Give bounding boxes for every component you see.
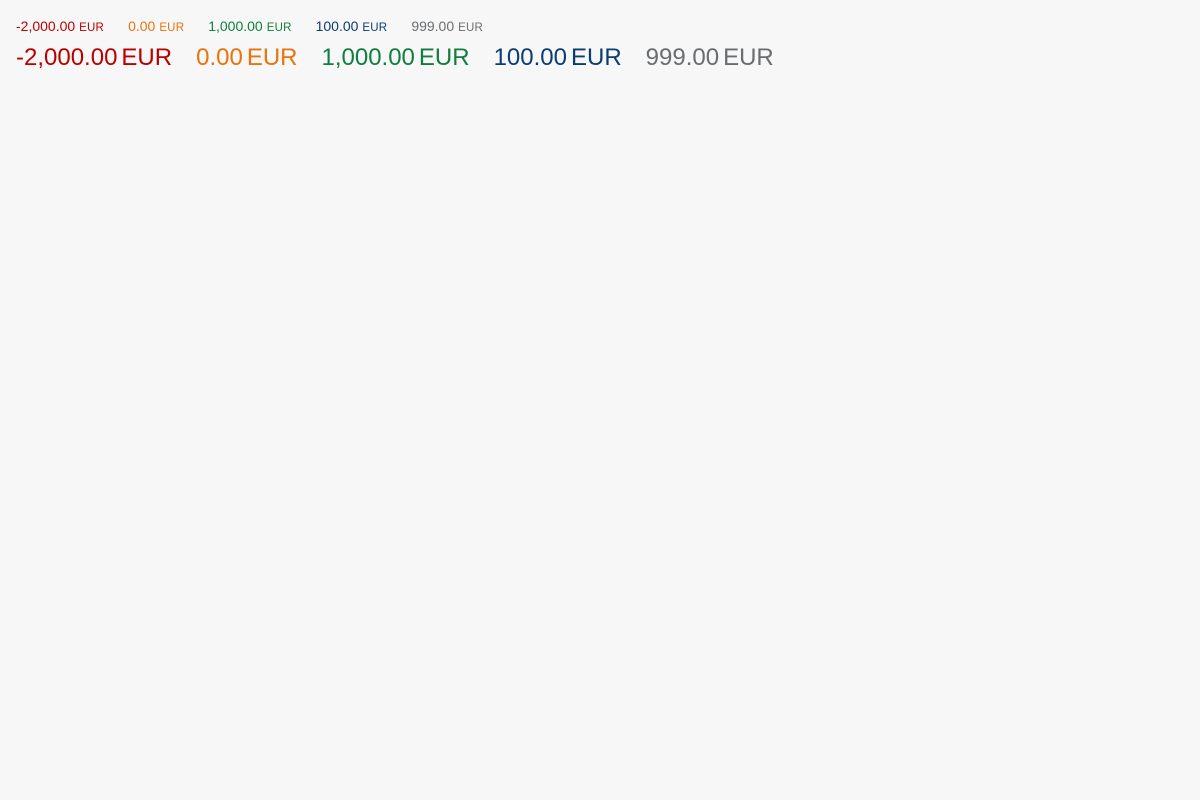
number-unit: EUR	[79, 22, 105, 34]
number-unit: EUR	[458, 22, 484, 34]
number-value: 100.00	[315, 18, 359, 34]
number-unit: EUR	[246, 44, 298, 71]
number-value: 1,000.00	[321, 44, 415, 71]
object-number-neutral-small: 999.00 EUR	[411, 18, 483, 34]
number-unit: EUR	[418, 44, 470, 71]
number-value: 999.00	[645, 44, 720, 71]
number-value: 100.00	[493, 44, 567, 71]
number-unit: EUR	[362, 22, 388, 34]
number-value: 999.00	[411, 18, 455, 34]
object-number-positive-small: 1,000.00 EUR	[208, 18, 291, 34]
number-value: 0.00	[196, 44, 243, 71]
number-value: -2,000.00	[16, 18, 76, 34]
object-number-critical-large: 0.00 EUR	[196, 44, 297, 72]
object-number-information-small: 100.00 EUR	[316, 18, 388, 34]
number-value: 0.00	[128, 18, 156, 34]
number-unit: EUR	[159, 22, 185, 34]
number-unit: EUR	[266, 22, 292, 34]
object-number-showcase: -2,000.00 EUR 0.00 EUR 1,000.00 EUR 100.…	[0, 0, 1200, 800]
object-number-neutral-large: 999.00 EUR	[646, 44, 774, 72]
object-number-critical-small: 0.00 EUR	[128, 18, 184, 34]
object-number-negative-large: -2,000.00 EUR	[16, 44, 172, 72]
small-object-number-row: -2,000.00 EUR 0.00 EUR 1,000.00 EUR 100.…	[16, 18, 1184, 40]
object-number-negative-small: -2,000.00 EUR	[16, 18, 104, 34]
number-value: 1,000.00	[208, 18, 263, 34]
number-unit: EUR	[723, 44, 774, 71]
object-number-positive-large: 1,000.00 EUR	[321, 44, 469, 72]
object-number-information-large: 100.00 EUR	[494, 44, 622, 72]
large-object-number-row: -2,000.00 EUR 0.00 EUR 1,000.00 EUR 100.…	[16, 44, 1184, 74]
number-value: -2,000.00	[16, 44, 118, 71]
number-unit: EUR	[121, 44, 173, 71]
number-unit: EUR	[570, 44, 622, 71]
